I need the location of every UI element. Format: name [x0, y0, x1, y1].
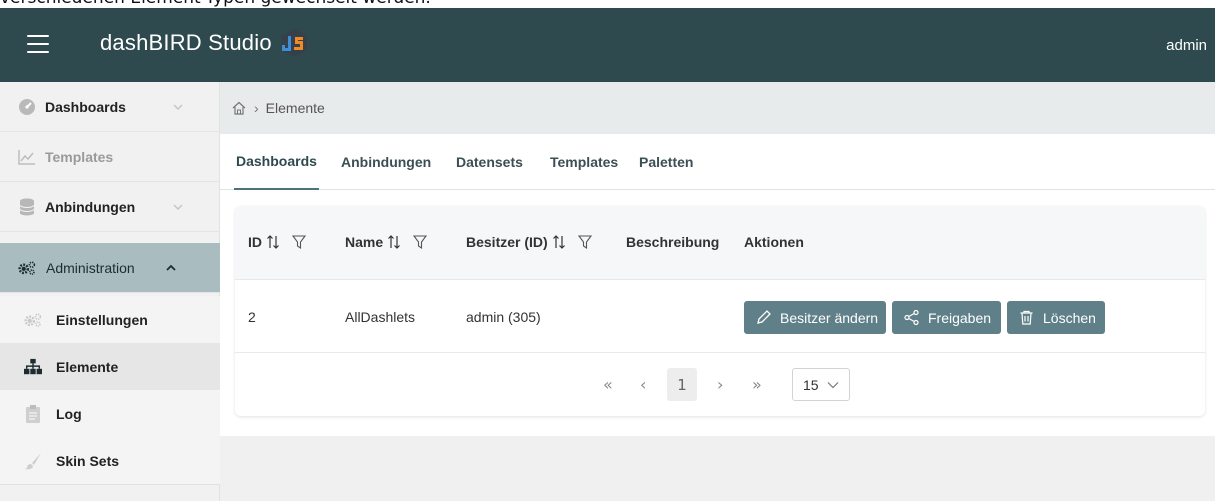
document-caption: verschiedenen Element-Typen gewechselt w…	[0, 0, 1215, 8]
chevron-right-icon: ›	[254, 100, 259, 116]
button-label: Löschen	[1043, 309, 1096, 326]
next-page-button[interactable]: ›	[717, 375, 723, 394]
page-size-select[interactable]: 15	[792, 368, 850, 401]
main-content: › Elemente Dashboards Anbindungen Datens…	[220, 82, 1215, 501]
sidebar-item-label: Log	[56, 405, 82, 422]
button-label: Freigaben	[928, 309, 992, 326]
breadcrumb: › Elemente	[220, 82, 1215, 134]
sidebar-item-label: Anbindungen	[45, 198, 136, 215]
tab-datensets[interactable]: Datensets	[456, 134, 523, 190]
dashboard-icon	[18, 98, 36, 116]
tab-dashboards[interactable]: Dashboards	[234, 134, 319, 190]
brush-icon	[24, 452, 42, 470]
elements-table: ID Name Besitzer (ID) Beschreibung Aktio…	[235, 206, 1205, 416]
caption-text: verschiedenen Element-Typen gewechselt w…	[0, 0, 431, 8]
sidebar-item-label: Dashboards	[45, 98, 126, 115]
button-label: Besitzer ändern	[780, 309, 879, 326]
tab-bar: Dashboards Anbindungen Datensets Templat…	[220, 134, 1215, 190]
sidebar-item-label: Administration	[46, 259, 135, 276]
chevron-up-icon	[166, 264, 176, 271]
home-icon[interactable]	[232, 101, 246, 115]
cell-name: AllDashlets	[345, 309, 416, 325]
chart-icon	[18, 148, 36, 166]
sidebar-item-label: Einstellungen	[56, 311, 148, 328]
tab-paletten[interactable]: Paletten	[639, 134, 693, 190]
cell-owner: admin (305)	[466, 309, 541, 325]
page-1-button[interactable]: 1	[667, 368, 697, 401]
sidebar: Dashboards Templates Anbindungen Adminis…	[0, 82, 220, 501]
sidebar-item-templates[interactable]: Templates	[0, 132, 220, 182]
sidebar-item-skin-sets[interactable]: Skin Sets	[0, 437, 220, 485]
trash-icon	[1020, 310, 1033, 325]
pagination: « ‹ 1 › » 15	[235, 353, 1205, 416]
column-owner[interactable]: Besitzer (ID)	[466, 234, 592, 250]
column-actions: Aktionen	[744, 234, 804, 250]
column-description: Beschreibung	[626, 234, 719, 250]
delete-button[interactable]: Löschen	[1007, 301, 1105, 334]
last-page-button[interactable]: »	[752, 375, 762, 394]
chevron-down-icon	[173, 204, 183, 210]
chevron-down-icon	[827, 382, 839, 389]
brand[interactable]: dashBIRD Studio	[100, 28, 309, 58]
filter-icon[interactable]	[577, 235, 592, 249]
tab-templates[interactable]: Templates	[550, 134, 618, 190]
gears-icon	[24, 311, 42, 329]
sidebar-item-elemente[interactable]: Elemente	[0, 343, 220, 390]
app-header: dashBIRD Studio admin	[0, 8, 1215, 82]
column-label: Name	[345, 234, 384, 250]
cell-id: 2	[248, 309, 256, 325]
sidebar-item-log[interactable]: Log	[0, 390, 220, 437]
database-icon	[18, 198, 36, 216]
column-label: ID	[248, 234, 262, 250]
column-name[interactable]: Name	[345, 234, 428, 250]
user-menu[interactable]: admin	[1166, 37, 1207, 54]
sidebar-item-anbindungen[interactable]: Anbindungen	[0, 182, 220, 232]
filter-icon[interactable]	[292, 235, 306, 249]
sitemap-icon	[24, 358, 42, 376]
menu-icon[interactable]	[27, 35, 49, 53]
sidebar-item-label: Elemente	[56, 358, 119, 375]
dashbird-logo-icon	[280, 29, 307, 57]
gears-icon	[18, 259, 36, 277]
pencil-icon	[757, 310, 771, 324]
tab-anbindungen[interactable]: Anbindungen	[341, 134, 431, 190]
clipboard-icon	[24, 404, 42, 423]
column-label: Aktionen	[744, 234, 804, 250]
first-page-button[interactable]: «	[603, 375, 613, 394]
sidebar-item-einstellungen[interactable]: Einstellungen	[0, 296, 220, 343]
filter-icon[interactable]	[413, 235, 428, 249]
column-id[interactable]: ID	[248, 234, 306, 250]
change-owner-button[interactable]: Besitzer ändern	[744, 301, 886, 334]
sidebar-item-label: Skin Sets	[56, 452, 120, 469]
sort-icon[interactable]	[552, 235, 566, 249]
sort-icon[interactable]	[266, 235, 280, 249]
page-size-value: 15	[803, 376, 819, 393]
sidebar-item-administration[interactable]: Administration	[0, 243, 220, 293]
sort-icon[interactable]	[387, 235, 401, 249]
chevron-down-icon	[173, 104, 183, 110]
table-header: ID Name Besitzer (ID) Beschreibung Aktio…	[235, 206, 1205, 280]
breadcrumb-current: Elemente	[265, 100, 325, 116]
shares-button[interactable]: Freigaben	[892, 301, 1001, 334]
sidebar-item-label: Templates	[45, 148, 114, 165]
share-icon	[904, 310, 919, 325]
column-label: Beschreibung	[626, 234, 720, 250]
sidebar-item-dashboards[interactable]: Dashboards	[0, 82, 220, 132]
brand-name: dashBIRD Studio	[100, 30, 272, 55]
table-row: 2 AllDashlets admin (305) Besitzer änder…	[235, 280, 1205, 353]
previous-page-button[interactable]: ‹	[640, 375, 646, 394]
column-label: Besitzer (ID)	[466, 234, 548, 250]
